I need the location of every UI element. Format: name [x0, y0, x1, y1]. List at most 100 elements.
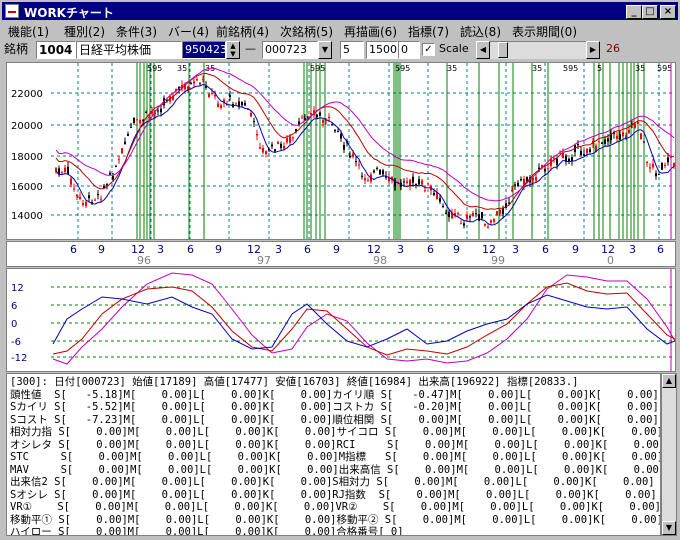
- candle: [511, 189, 513, 191]
- candle: [661, 162, 663, 170]
- candle: [496, 211, 498, 216]
- candle: [622, 132, 624, 137]
- menu-condition[interactable]: 条件(3): [116, 23, 157, 40]
- menu-indicator[interactable]: 指標(7): [408, 23, 449, 40]
- candle: [133, 117, 135, 123]
- candle: [271, 144, 273, 147]
- menu-prev-stock[interactable]: 前銘柄(4): [216, 23, 269, 40]
- end-date-select[interactable]: 000723: [262, 41, 318, 59]
- candle: [214, 95, 216, 97]
- candle: [442, 205, 444, 207]
- param1-field[interactable]: 5: [340, 41, 364, 59]
- candle: [403, 181, 405, 183]
- candle: [235, 103, 237, 105]
- candle: [652, 163, 654, 168]
- candle: [667, 157, 669, 163]
- candle: [145, 112, 147, 114]
- date-separator: —: [245, 42, 256, 55]
- month-tick-label: 3: [512, 243, 519, 256]
- price-axis-label: 14000: [11, 211, 43, 222]
- candle: [130, 126, 132, 128]
- menu-bar-type[interactable]: バー(4): [168, 23, 209, 40]
- candle: [127, 134, 129, 136]
- candle: [343, 145, 345, 150]
- candle: [328, 116, 330, 118]
- readout-line: 移動平① S[ 0.00]M[ 0.00]L[ 0.00]K[ 0.00]移動平…: [10, 513, 661, 526]
- osc-axis-label: 0: [11, 319, 17, 330]
- price-chart[interactable]: 22000 20000 18000 16000 14000 595 35 35 595 595 35…: [6, 62, 676, 240]
- scroll-up-button[interactable]: ▲: [662, 374, 676, 388]
- candle: [352, 153, 354, 157]
- code-label: 銘柄: [4, 42, 29, 56]
- osc-axis-label: -12: [11, 353, 27, 364]
- month-tick-label: 6: [187, 243, 194, 256]
- candle: [514, 184, 516, 186]
- menu-display-period[interactable]: 表示期間(0): [512, 23, 577, 40]
- scroll-down-button[interactable]: ▼: [662, 521, 676, 535]
- candle: [508, 202, 510, 204]
- scroll-right-button[interactable]: ▶: [586, 41, 600, 59]
- month-tick-label: 9: [98, 243, 105, 256]
- start-date-field[interactable]: 950423: [182, 41, 227, 59]
- month-tick-label: 6: [70, 243, 77, 256]
- oscillator-chart[interactable]: 12 6 0 -6 -12: [6, 268, 676, 372]
- param3-field[interactable]: 0: [398, 41, 420, 59]
- date-spinner[interactable]: ▲ ▼: [226, 41, 240, 59]
- title-bar: WORKチャート _ □ ×: [2, 2, 678, 20]
- scroll-left-button[interactable]: ◀: [476, 41, 490, 59]
- month-tick-label: 3: [629, 243, 636, 256]
- candle: [331, 124, 333, 126]
- month-tick-label: 3: [397, 243, 404, 256]
- candle: [490, 220, 492, 223]
- readout-line: Sコスト S[ -7.23]M[ 0.00]L[ 0.00]K[ 0.00]順位…: [10, 413, 659, 426]
- candle: [61, 171, 63, 173]
- month-tick-label: 6: [427, 243, 434, 256]
- candle: [349, 155, 351, 158]
- candle: [475, 213, 477, 215]
- candle: [220, 105, 222, 108]
- menu-type[interactable]: 種別(2): [64, 23, 105, 40]
- param2-field[interactable]: 1500: [366, 41, 398, 59]
- candle: [208, 93, 210, 97]
- close-button[interactable]: ×: [660, 5, 676, 19]
- readout-line: Sカイリ S[ -5.52]M[ 0.00]L[ 0.00]K[ 0.00]コス…: [10, 401, 659, 413]
- scroll-thumb[interactable]: [498, 42, 508, 58]
- candle: [361, 175, 363, 177]
- candle: [244, 103, 246, 106]
- price-axis-label: 18000: [11, 152, 43, 163]
- candle: [481, 212, 483, 219]
- stock-code-field[interactable]: 1004: [36, 41, 76, 59]
- candle: [229, 95, 231, 98]
- stock-name-field[interactable]: 日経平均株価: [76, 41, 182, 59]
- candle: [148, 116, 150, 118]
- candle: [124, 141, 126, 145]
- signal-marker-label: 595: [395, 64, 410, 73]
- candle: [202, 79, 204, 81]
- app-icon[interactable]: [5, 4, 19, 18]
- candle: [643, 141, 645, 143]
- candle: [289, 136, 291, 143]
- candle: [283, 145, 285, 149]
- candle: [412, 176, 414, 183]
- menu-load[interactable]: 読込(8): [460, 23, 501, 40]
- candle: [457, 213, 459, 215]
- readout-scrollbar[interactable]: ▲ ▼: [661, 373, 677, 536]
- period-scrollbar[interactable]: [490, 41, 586, 59]
- signal-marker-label: 595: [563, 64, 578, 73]
- minimize-button[interactable]: _: [626, 5, 642, 19]
- menu-next-stock[interactable]: 次銘柄(5): [280, 23, 333, 40]
- candle: [406, 181, 408, 184]
- price-axis-label: 22000: [11, 89, 43, 100]
- candle: [616, 135, 618, 139]
- menu-function[interactable]: 機能(1): [8, 23, 49, 40]
- candle: [337, 130, 339, 132]
- scale-checkbox[interactable]: ✓: [422, 43, 435, 56]
- menu-redraw[interactable]: 再描画(6): [344, 23, 397, 40]
- maximize-button[interactable]: □: [642, 5, 658, 19]
- candle: [637, 121, 639, 124]
- year-tick-label: 98: [373, 254, 387, 267]
- chevron-down-icon[interactable]: ▼: [318, 41, 332, 59]
- candle: [646, 161, 648, 163]
- candle: [199, 82, 201, 84]
- candle: [280, 143, 282, 148]
